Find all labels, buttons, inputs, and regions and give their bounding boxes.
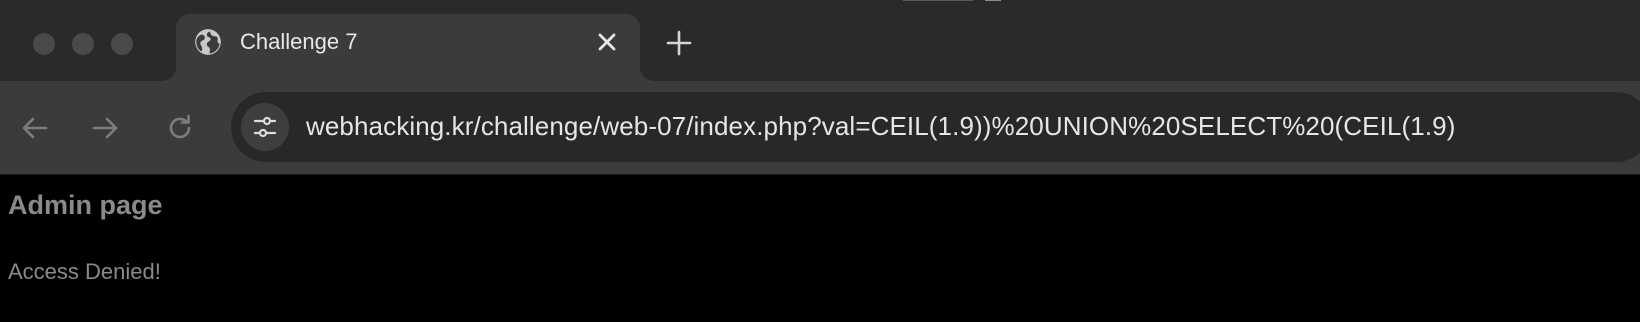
tabstrip-edge-highlight (903, 0, 973, 1)
window-close-button[interactable] (33, 33, 55, 55)
tab-strip: Challenge 7 (0, 0, 1640, 81)
tab-title: Challenge 7 (240, 29, 358, 54)
url-path: /challenge/web-07/index.php?val=CEIL(1.9… (473, 111, 1456, 141)
arrow-right-icon[interactable] (89, 112, 121, 144)
window-minimize-button[interactable] (72, 33, 94, 55)
arrow-left-icon[interactable] (19, 112, 51, 144)
close-icon[interactable] (594, 29, 620, 55)
window-zoom-button[interactable] (111, 33, 133, 55)
plus-icon[interactable] (664, 28, 694, 58)
tune-icon (253, 116, 277, 138)
address-bar[interactable]: webhacking.kr/challenge/web-07/index.php… (231, 92, 1640, 162)
browser-window: Challenge 7 webhacking.kr/challenge/web-… (0, 0, 1640, 322)
access-message: Access Denied! (8, 259, 161, 284)
globe-icon (195, 29, 221, 55)
page-title: Admin page (8, 190, 163, 220)
url-text[interactable]: webhacking.kr/challenge/web-07/index.php… (306, 111, 1455, 142)
reload-icon[interactable] (164, 112, 196, 144)
page-content: Admin page Access Denied! (0, 175, 1640, 322)
tab-active[interactable]: Challenge 7 (176, 14, 640, 81)
url-domain: webhacking.kr (306, 111, 474, 141)
site-info-button[interactable] (241, 103, 289, 151)
tabstrip-edge-highlight (985, 0, 1001, 1)
browser-toolbar: webhacking.kr/challenge/web-07/index.php… (0, 81, 1640, 174)
